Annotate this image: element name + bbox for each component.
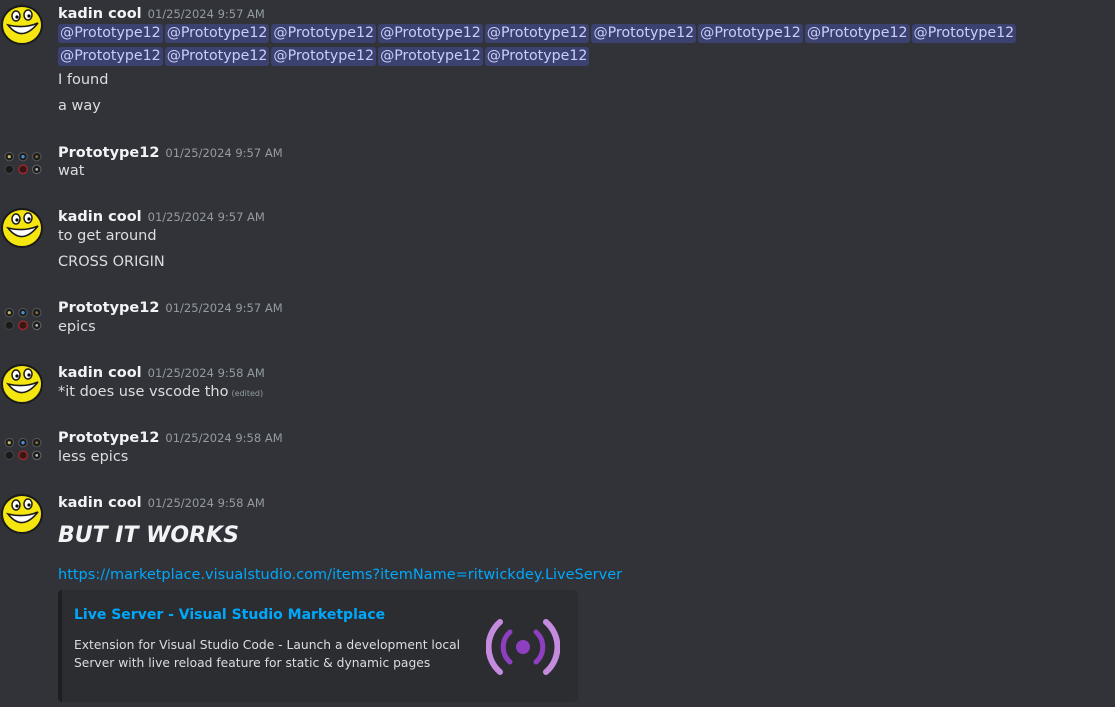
user-mention[interactable]: @Prototype12 [378,47,483,66]
mention-list: @Prototype12 @Prototype12 @Prototype12 @Pro… [58,22,1115,68]
user-avatar-smiley-icon[interactable] [0,206,44,250]
user-avatar-smiley-icon[interactable] [0,362,44,406]
message-text: less epics [58,449,129,465]
author-name[interactable]: kadin cool [58,6,142,22]
author-name[interactable]: Prototype12 [58,430,159,446]
timestamp: 01/25/2024 9:57 AM [147,210,265,224]
author-name[interactable]: kadin cool [58,495,142,511]
user-mention[interactable]: @Prototype12 [164,24,270,43]
user-avatar-smiley-icon[interactable] [0,3,44,47]
message-header: Prototype12 01/25/2024 9:57 AM [58,297,283,316]
message-header: kadin cool 01/25/2024 9:57 AM [58,206,265,225]
timestamp: 01/25/2024 9:58 AM [165,431,283,445]
user-avatar-smiley-icon[interactable] [0,492,44,536]
user-mention[interactable]: @Prototype12 [698,24,803,43]
user-mention[interactable]: @Prototype12 [484,24,590,43]
user-mention[interactable]: @Prototype12 [911,24,1017,43]
message-text: epics [58,319,96,335]
author-name[interactable]: Prototype12 [58,145,159,161]
edited-label: (edited) [231,389,264,398]
author-name[interactable]: Prototype12 [58,300,159,316]
timestamp: 01/25/2024 9:58 AM [147,366,265,380]
message-header: Prototype12 01/25/2024 9:58 AM [58,427,283,446]
message-header: kadin cool 01/25/2024 9:57 AM [58,3,265,22]
embed-description: Extension for Visual Studio Code - Launc… [74,638,461,670]
message-link[interactable]: https://marketplace.visualstudio.com/ite… [58,567,622,583]
message-text: CROSS ORIGIN [58,254,165,270]
message-header: kadin cool 01/25/2024 9:58 AM [58,492,265,511]
message-heading: BUT IT WORKS [58,523,239,548]
user-mention[interactable]: @Prototype12 [58,24,163,43]
timestamp: 01/25/2024 9:57 AM [165,301,283,315]
message-header: Prototype12 01/25/2024 9:57 AM [58,142,283,161]
user-avatar-prototype-icon[interactable] [4,306,42,332]
timestamp: 01/25/2024 9:58 AM [147,496,265,510]
embed-title[interactable]: Live Server - Visual Studio Marketplace [74,607,385,623]
message-text: wat [58,163,85,179]
user-mention[interactable]: @Prototype12 [378,24,483,43]
user-mention[interactable]: @Prototype12 [58,47,163,66]
broadcast-icon[interactable] [486,612,560,682]
user-avatar-prototype-icon[interactable] [4,436,42,462]
author-name[interactable]: kadin cool [58,209,142,225]
user-mention[interactable]: @Prototype12 [271,47,377,66]
user-avatar-prototype-icon[interactable] [4,150,42,176]
message-text: a way [58,98,101,114]
user-mention[interactable]: @Prototype12 [804,24,910,43]
user-mention[interactable]: @Prototype12 [271,24,377,43]
message-header: kadin cool 01/25/2024 9:58 AM [58,362,265,381]
message-text: I found [58,72,109,88]
author-name[interactable]: kadin cool [58,365,142,381]
timestamp: 01/25/2024 9:57 AM [147,7,265,21]
message-text: *it does use vscode tho (edited) [58,384,263,400]
message-text: to get around [58,228,157,244]
user-mention[interactable]: @Prototype12 [591,24,697,43]
user-mention[interactable]: @Prototype12 [484,47,590,66]
message-body: *it does use vscode tho [58,384,229,400]
timestamp: 01/25/2024 9:57 AM [165,146,283,160]
link-embed: Live Server - Visual Studio Marketplace … [58,590,578,702]
user-mention[interactable]: @Prototype12 [164,47,270,66]
